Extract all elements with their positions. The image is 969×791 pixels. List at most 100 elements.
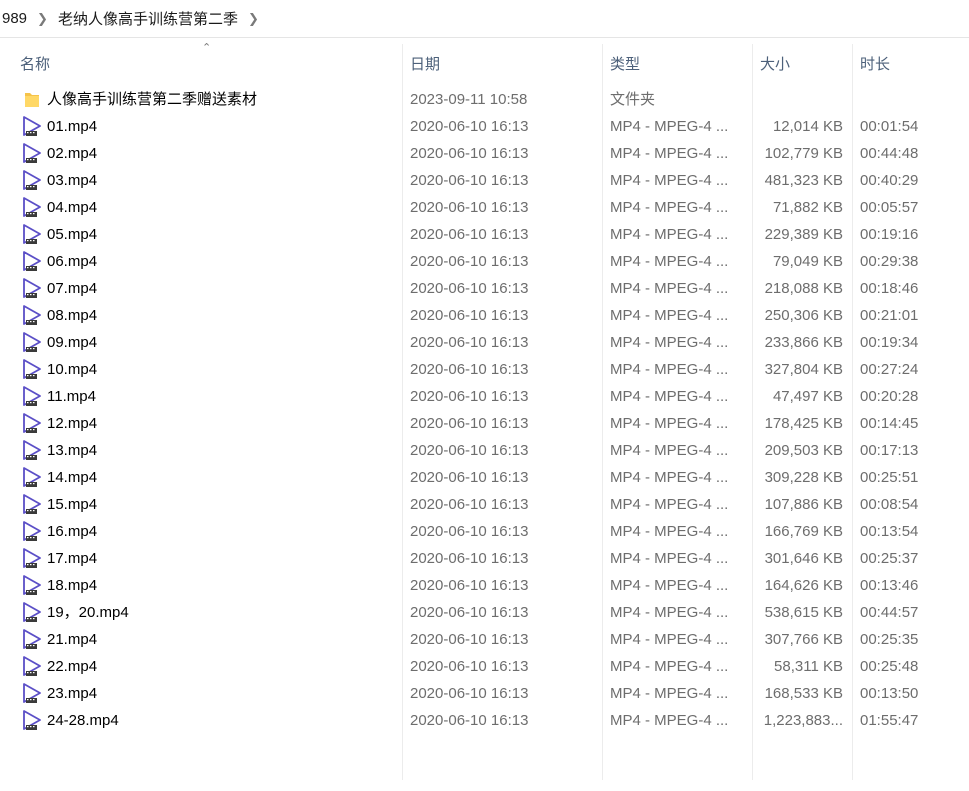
file-duration: 00:14:45 xyxy=(860,415,919,432)
file-size: 166,769 KB xyxy=(764,523,843,540)
file-row[interactable]: 23.mp4 2020-06-10 16:13 MP4 - MPEG-4 ... 16… xyxy=(0,680,969,707)
file-type: MP4 - MPEG-4 ... xyxy=(610,388,729,405)
file-name: 21.mp4 xyxy=(47,631,98,648)
video-file-icon xyxy=(20,439,44,463)
file-type: MP4 - MPEG-4 ... xyxy=(610,145,729,162)
file-row[interactable]: 19，20.mp4 2020-06-10 16:13 MP4 - MPEG-4 ..… xyxy=(0,599,969,626)
breadcrumb-item-current[interactable]: 老纳人像高手训练营第二季 xyxy=(54,8,242,29)
file-size: 79,049 KB xyxy=(772,253,843,270)
file-row[interactable]: 18.mp4 2020-06-10 16:13 MP4 - MPEG-4 ... 16… xyxy=(0,572,969,599)
file-row[interactable]: 13.mp4 2020-06-10 16:13 MP4 - MPEG-4 ... 20… xyxy=(0,437,969,464)
file-type: MP4 - MPEG-4 ... xyxy=(610,685,729,702)
file-date: 2020-06-10 16:13 xyxy=(410,280,529,297)
file-duration: 00:17:13 xyxy=(860,442,919,459)
file-row[interactable]: 10.mp4 2020-06-10 16:13 MP4 - MPEG-4 ... 32… xyxy=(0,356,969,383)
file-name: 16.mp4 xyxy=(47,523,98,540)
file-date: 2020-06-10 16:13 xyxy=(410,469,529,486)
column-header-size[interactable]: 大小 xyxy=(760,44,850,80)
file-type: MP4 - MPEG-4 ... xyxy=(610,226,729,243)
video-file-icon xyxy=(20,385,44,409)
file-type: MP4 - MPEG-4 ... xyxy=(610,280,729,297)
folder-row[interactable]: 人像高手训练营第二季赠送素材 2023-09-11 10:58 文件夹 xyxy=(0,86,969,113)
file-size: 229,389 KB xyxy=(764,226,843,243)
file-duration: 00:13:50 xyxy=(860,685,919,702)
video-file-icon xyxy=(20,520,44,544)
file-duration: 00:01:54 xyxy=(860,118,919,135)
file-size: 168,533 KB xyxy=(764,685,843,702)
file-size: 1,223,883... xyxy=(763,712,843,729)
video-file-icon xyxy=(20,493,44,517)
file-size: 178,425 KB xyxy=(764,415,843,432)
video-file-icon xyxy=(20,304,44,328)
file-name: 17.mp4 xyxy=(47,550,98,567)
column-header-duration[interactable]: 时长 xyxy=(860,44,960,80)
file-row[interactable]: 17.mp4 2020-06-10 16:13 MP4 - MPEG-4 ... 30… xyxy=(0,545,969,572)
file-row[interactable]: 16.mp4 2020-06-10 16:13 MP4 - MPEG-4 ... 16… xyxy=(0,518,969,545)
file-type: MP4 - MPEG-4 ... xyxy=(610,172,729,189)
video-file-icon xyxy=(20,223,44,247)
file-row[interactable]: 01.mp4 2020-06-10 16:13 MP4 - MPEG-4 ... 12… xyxy=(0,113,969,140)
file-name: 09.mp4 xyxy=(47,334,98,351)
breadcrumb-item-parent[interactable]: 989 xyxy=(0,10,31,27)
file-row[interactable]: 12.mp4 2020-06-10 16:13 MP4 - MPEG-4 ... 17… xyxy=(0,410,969,437)
file-duration: 00:29:38 xyxy=(860,253,919,270)
file-size: 250,306 KB xyxy=(764,307,843,324)
file-duration: 00:25:51 xyxy=(860,469,919,486)
file-name: 04.mp4 xyxy=(47,199,98,216)
file-date: 2020-06-10 16:13 xyxy=(410,253,529,270)
column-header-type[interactable]: 类型 xyxy=(610,44,750,80)
file-duration: 00:27:24 xyxy=(860,361,919,378)
file-date: 2020-06-10 16:13 xyxy=(410,496,529,513)
file-name: 18.mp4 xyxy=(47,577,98,594)
file-row[interactable]: 04.mp4 2020-06-10 16:13 MP4 - MPEG-4 ... 71… xyxy=(0,194,969,221)
file-type: MP4 - MPEG-4 ... xyxy=(610,118,729,135)
file-size: 233,866 KB xyxy=(764,334,843,351)
file-name: 19，20.mp4 xyxy=(47,604,129,621)
file-duration: 00:19:34 xyxy=(860,334,919,351)
file-date: 2020-06-10 16:13 xyxy=(410,523,529,540)
file-type: MP4 - MPEG-4 ... xyxy=(610,631,729,648)
file-type: MP4 - MPEG-4 ... xyxy=(610,496,729,513)
video-file-icon xyxy=(20,358,44,382)
file-duration: 00:21:01 xyxy=(860,307,919,324)
file-row[interactable]: 02.mp4 2020-06-10 16:13 MP4 - MPEG-4 ... 10… xyxy=(0,140,969,167)
file-row[interactable]: 22.mp4 2020-06-10 16:13 MP4 - MPEG-4 ... 58… xyxy=(0,653,969,680)
file-type: MP4 - MPEG-4 ... xyxy=(610,604,729,621)
chevron-right-icon[interactable]: ❯ xyxy=(242,11,265,27)
video-file-icon xyxy=(20,331,44,355)
file-date: 2020-06-10 16:13 xyxy=(410,685,529,702)
file-type: MP4 - MPEG-4 ... xyxy=(610,334,729,351)
column-header-name[interactable]: 名称 xyxy=(20,44,400,80)
file-row[interactable]: 08.mp4 2020-06-10 16:13 MP4 - MPEG-4 ... 25… xyxy=(0,302,969,329)
video-file-icon xyxy=(20,628,44,652)
file-row[interactable]: 21.mp4 2020-06-10 16:13 MP4 - MPEG-4 ... 30… xyxy=(0,626,969,653)
chevron-right-icon[interactable]: ❯ xyxy=(31,11,54,27)
file-duration: 00:40:29 xyxy=(860,172,919,189)
file-row[interactable]: 14.mp4 2020-06-10 16:13 MP4 - MPEG-4 ... 30… xyxy=(0,464,969,491)
video-file-icon xyxy=(20,196,44,220)
file-row[interactable]: 03.mp4 2020-06-10 16:13 MP4 - MPEG-4 ... 48… xyxy=(0,167,969,194)
file-row[interactable]: 24-28.mp4 2020-06-10 16:13 MP4 - MPEG-4 ..… xyxy=(0,707,969,734)
file-duration: 00:25:48 xyxy=(860,658,919,675)
column-header-row: ⌃ 名称 日期 类型 大小 时长 xyxy=(0,42,969,780)
file-name: 10.mp4 xyxy=(47,361,98,378)
file-name: 01.mp4 xyxy=(47,118,98,135)
file-date: 2020-06-10 16:13 xyxy=(410,172,529,189)
file-type: MP4 - MPEG-4 ... xyxy=(610,523,729,540)
video-file-icon xyxy=(20,115,44,139)
file-name: 24-28.mp4 xyxy=(47,712,119,729)
file-date: 2020-06-10 16:13 xyxy=(410,361,529,378)
file-name: 05.mp4 xyxy=(47,226,98,243)
file-row[interactable]: 15.mp4 2020-06-10 16:13 MP4 - MPEG-4 ... 10… xyxy=(0,491,969,518)
file-row[interactable]: 06.mp4 2020-06-10 16:13 MP4 - MPEG-4 ... 79… xyxy=(0,248,969,275)
file-size: 481,323 KB xyxy=(764,172,843,189)
file-row[interactable]: 11.mp4 2020-06-10 16:13 MP4 - MPEG-4 ... 47… xyxy=(0,383,969,410)
column-header-date[interactable]: 日期 xyxy=(410,44,600,80)
file-duration: 00:19:16 xyxy=(860,226,919,243)
file-name: 22.mp4 xyxy=(47,658,98,675)
file-row[interactable]: 07.mp4 2020-06-10 16:13 MP4 - MPEG-4 ... 21… xyxy=(0,275,969,302)
video-file-icon xyxy=(20,709,44,733)
file-duration: 00:05:57 xyxy=(860,199,919,216)
file-row[interactable]: 05.mp4 2020-06-10 16:13 MP4 - MPEG-4 ... 22… xyxy=(0,221,969,248)
file-row[interactable]: 09.mp4 2020-06-10 16:13 MP4 - MPEG-4 ... 23… xyxy=(0,329,969,356)
